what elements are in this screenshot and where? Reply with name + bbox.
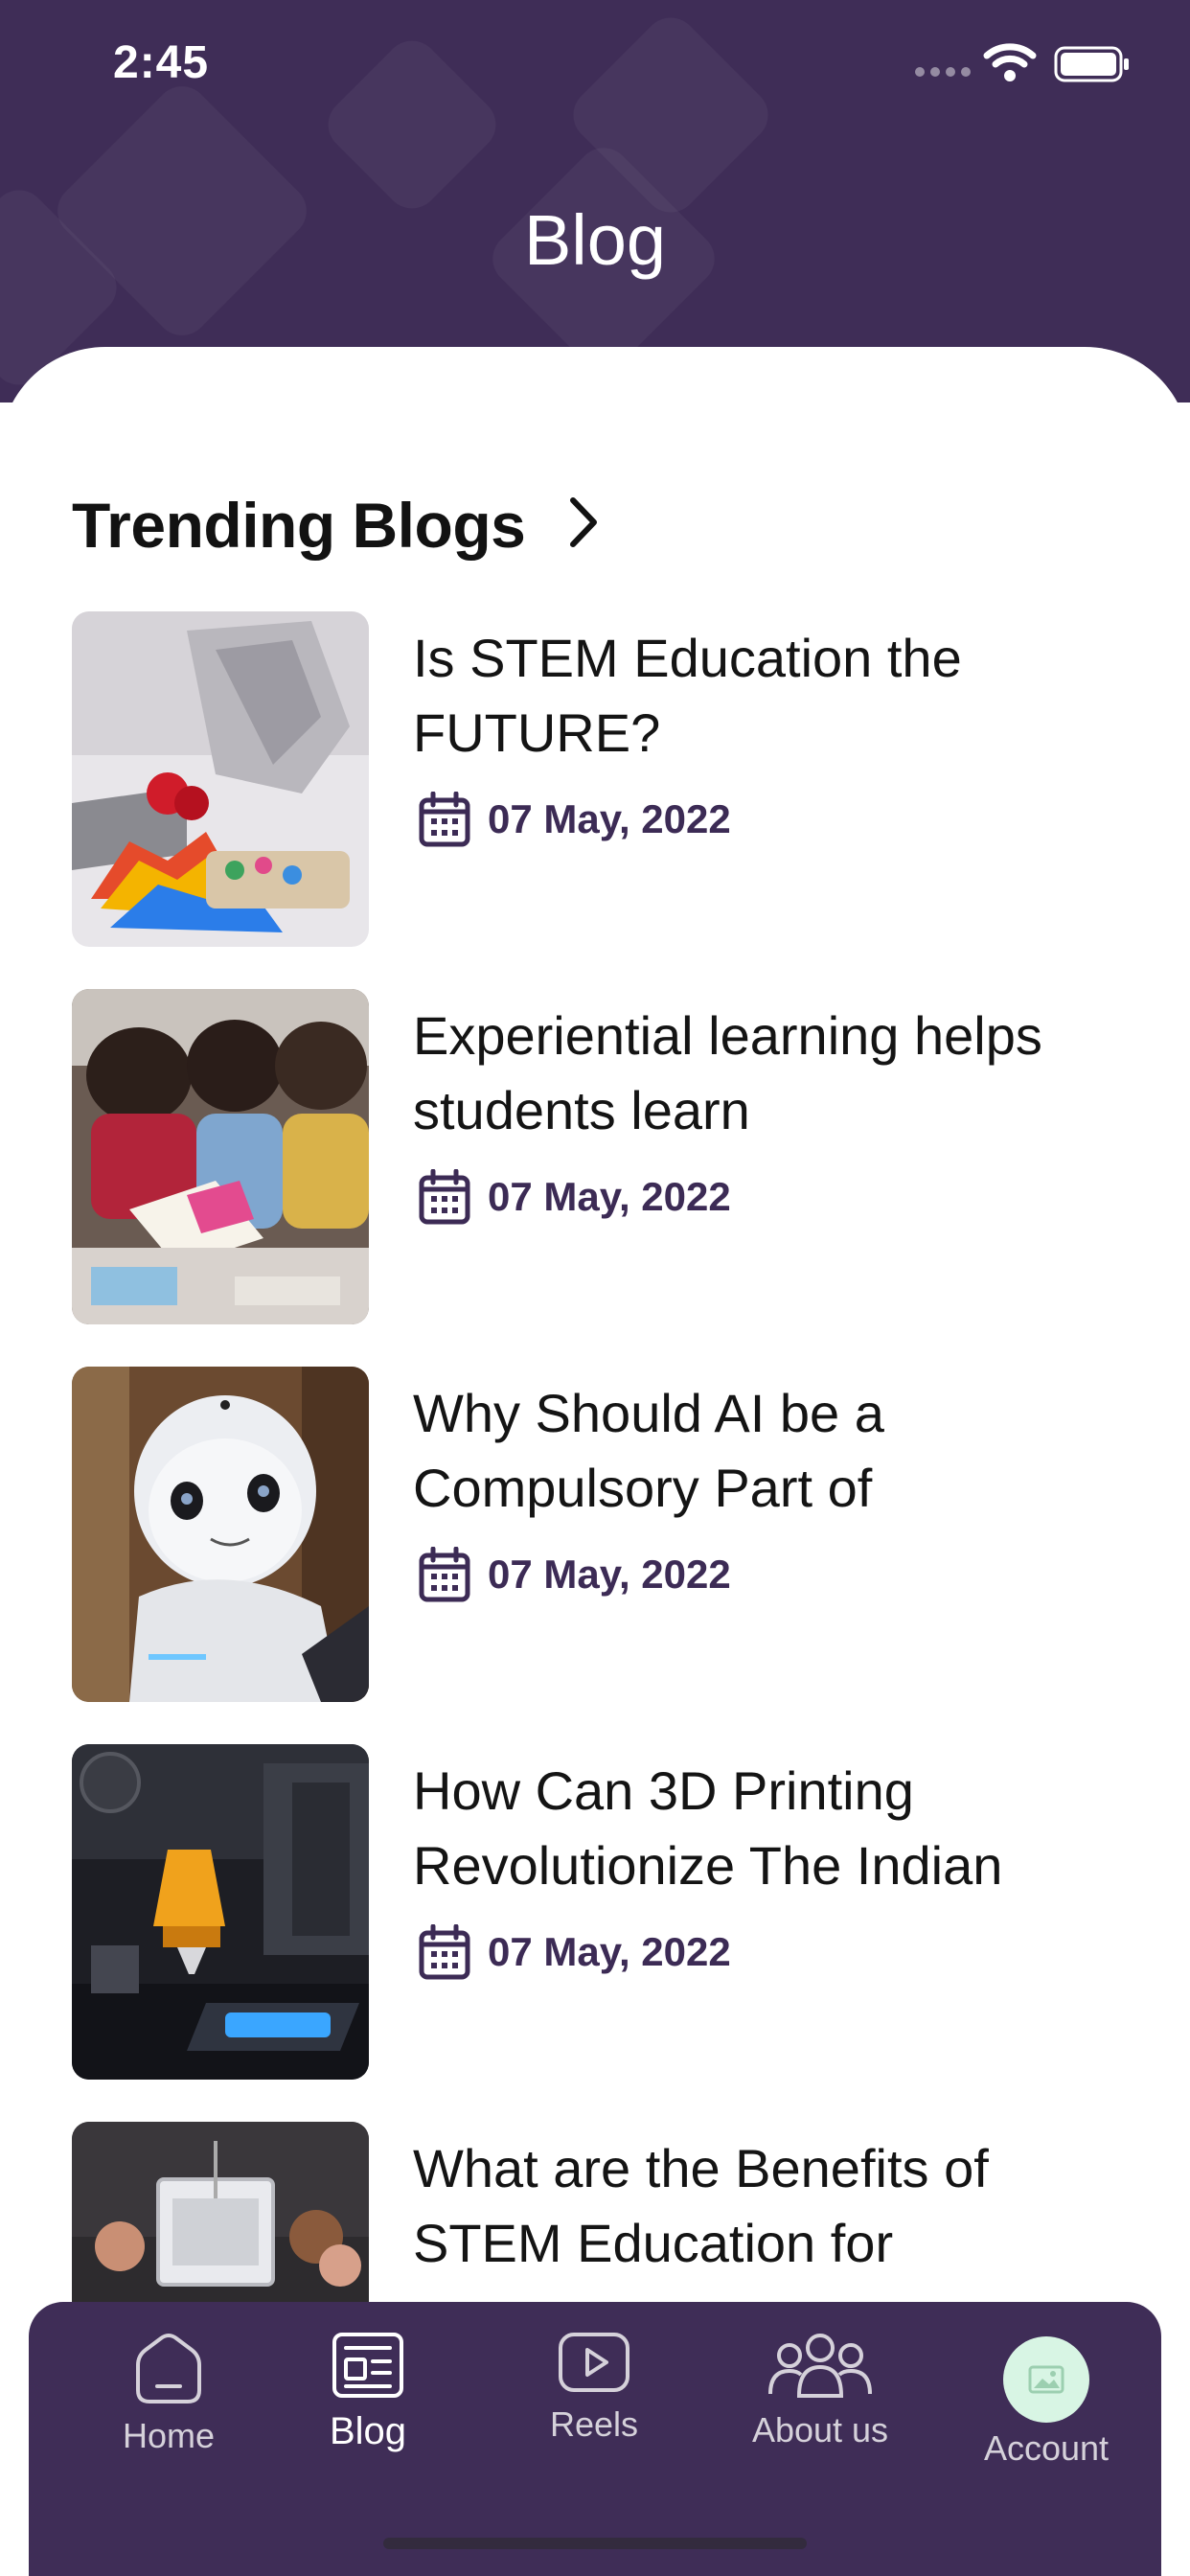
- date-text: 07 May, 2022: [488, 1552, 731, 1597]
- tab-blog[interactable]: Blog: [272, 2331, 464, 2453]
- group-icon: [768, 2334, 872, 2398]
- tab-account[interactable]: Account: [950, 2331, 1142, 2469]
- blog-title[interactable]: How Can 3D Printing Revolutionize The In…: [413, 1754, 1122, 1903]
- page-title: Blog: [523, 200, 667, 280]
- tab-label: Blog: [329, 2410, 407, 2452]
- play-icon: [559, 2333, 629, 2392]
- cellular-signal-icon: [915, 67, 971, 77]
- image-placeholder-icon: [1028, 2365, 1064, 2394]
- home-indicator: [383, 2538, 807, 2549]
- blog-title[interactable]: Why Should AI be a Compulsory Part of: [413, 1376, 1122, 1526]
- blog-item[interactable]: Is STEM Education the FUTURE? 07 May, 20…: [72, 611, 1145, 947]
- blog-item[interactable]: How Can 3D Printing Revolutionize The In…: [72, 1744, 1145, 2080]
- tab-reels[interactable]: Reels: [498, 2331, 690, 2445]
- blog-date: 07 May, 2022: [419, 792, 731, 847]
- blog-thumbnail[interactable]: [72, 989, 369, 1324]
- calendar-icon: [419, 1924, 470, 1980]
- blog-icon: [332, 2333, 403, 2398]
- header: 2:45 Blog: [0, 0, 1190, 402]
- blog-title[interactable]: Experiential learning helps students lea…: [413, 999, 1122, 1148]
- tab-about-us[interactable]: About us: [724, 2331, 916, 2450]
- status-bar: 2:45: [0, 0, 1190, 134]
- trending-blogs-header[interactable]: Trending Blogs: [72, 489, 598, 562]
- blog-date: 07 May, 2022: [419, 1924, 731, 1980]
- blog-thumbnail[interactable]: [72, 611, 369, 947]
- date-text: 07 May, 2022: [488, 1174, 731, 1219]
- bottom-tab-bar: Home Blog Reels About us Account: [29, 2302, 1161, 2576]
- blog-item[interactable]: Why Should AI be a Compulsory Part of 07…: [72, 1367, 1145, 1702]
- blog-item[interactable]: Experiential learning helps students lea…: [72, 989, 1145, 1324]
- tab-label: Reels: [549, 2404, 639, 2444]
- blog-thumbnail[interactable]: [72, 1367, 369, 1702]
- blog-date: 07 May, 2022: [419, 1547, 731, 1602]
- date-text: 07 May, 2022: [488, 1929, 731, 1974]
- wifi-icon: [983, 43, 1037, 81]
- blog-title[interactable]: What are the Benefits of STEM Education …: [413, 2131, 1122, 2281]
- tab-home[interactable]: Home: [73, 2331, 264, 2456]
- calendar-icon: [419, 1169, 470, 1225]
- status-time: 2:45: [113, 37, 210, 88]
- battery-icon: [1054, 46, 1129, 82]
- date-text: 07 May, 2022: [488, 796, 731, 841]
- home-icon: [136, 2334, 201, 2404]
- avatar: [1003, 2336, 1089, 2423]
- blog-date: 07 May, 2022: [419, 1169, 731, 1225]
- tab-label: About us: [751, 2410, 889, 2450]
- calendar-icon: [419, 1547, 470, 1602]
- chevron-right-icon[interactable]: [569, 496, 598, 548]
- blog-title[interactable]: Is STEM Education the FUTURE?: [413, 621, 1122, 770]
- blog-thumbnail[interactable]: [72, 1744, 369, 2080]
- section-title: Trending Blogs: [72, 490, 526, 561]
- tab-label: Account: [983, 2428, 1110, 2468]
- tab-label: Home: [122, 2416, 216, 2455]
- calendar-icon: [419, 792, 470, 847]
